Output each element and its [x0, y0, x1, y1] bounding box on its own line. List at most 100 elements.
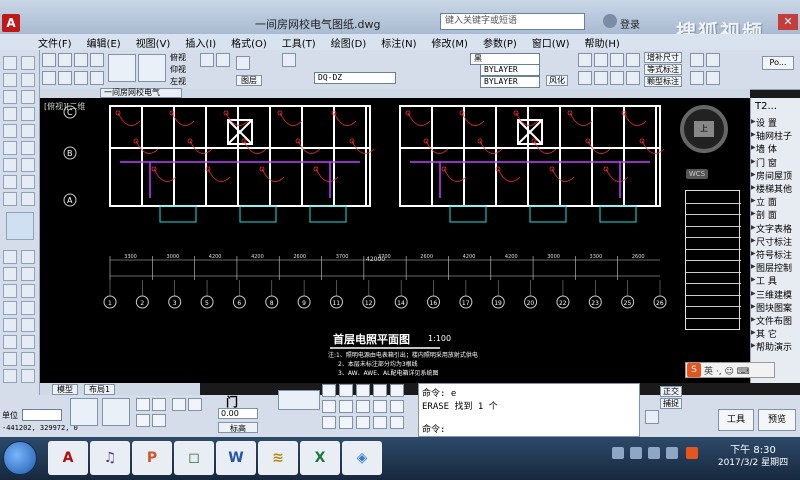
save-icon[interactable] — [74, 53, 88, 67]
insert-option-button[interactable] — [390, 384, 404, 397]
spline-icon[interactable] — [3, 158, 17, 172]
table-draw-icon[interactable] — [3, 335, 17, 349]
rectangle-icon[interactable] — [3, 107, 17, 121]
workspace-icon[interactable] — [645, 410, 659, 424]
taskbar-app-icon[interactable]: A — [48, 441, 88, 475]
menu-format[interactable]: 格式(O) — [231, 35, 267, 50]
tab-layout1[interactable]: 布局1 — [84, 384, 116, 395]
layer-state-icon[interactable] — [6, 212, 34, 240]
taskbar-app-icon[interactable]: ◈ — [342, 441, 382, 475]
insert-option-button[interactable] — [373, 416, 387, 429]
view-left-option[interactable]: 左视 — [170, 76, 186, 87]
taskbar-app-icon[interactable]: P — [132, 441, 172, 475]
mtext-draw-icon[interactable] — [3, 352, 17, 366]
dim-radius-icon[interactable] — [626, 53, 640, 67]
arc-icon[interactable] — [3, 124, 17, 138]
panel-item[interactable]: 墙 体 — [756, 142, 800, 155]
layer-button[interactable]: 图层 — [236, 75, 262, 86]
insert-option-button[interactable] — [373, 400, 387, 413]
layer-props-icon[interactable] — [236, 56, 250, 70]
panel-item[interactable]: 文件布图 — [756, 314, 800, 327]
panel-item[interactable]: 轴网柱子 — [756, 129, 800, 142]
text-draw-icon[interactable] — [3, 369, 17, 383]
tag-type-dimension[interactable]: 颗型标注 — [644, 76, 682, 87]
insert-option-button[interactable] — [390, 400, 404, 413]
menu-view[interactable]: 视图(V) — [136, 35, 171, 50]
menu-parametric[interactable]: 参数(P) — [483, 35, 517, 50]
menu-edit[interactable]: 编辑(E) — [87, 35, 121, 50]
display-icon[interactable] — [102, 398, 130, 426]
dim-continue-icon[interactable] — [594, 71, 608, 85]
menu-window[interactable]: 窗口(W) — [532, 35, 570, 50]
panel-item[interactable]: 图层控制 — [756, 261, 800, 274]
gradient-icon[interactable] — [21, 318, 35, 332]
ime-mode-text[interactable]: 英 ·, ☺ ⌨ — [704, 364, 750, 377]
insert-option-button[interactable] — [322, 400, 336, 413]
insert-option-button[interactable] — [339, 400, 353, 413]
door-preview-icon[interactable] — [278, 390, 320, 410]
taskbar-app-icon[interactable]: ≋ — [258, 441, 298, 475]
dim-baseline-icon[interactable] — [578, 71, 592, 85]
panel-item[interactable]: 其 它 — [756, 327, 800, 340]
grid-btn-5[interactable] — [172, 398, 186, 411]
wcs-button[interactable]: WCS — [686, 169, 708, 179]
redo-icon[interactable] — [58, 71, 72, 85]
preview-button[interactable]: 预览 — [758, 409, 796, 431]
grid-btn-6[interactable] — [188, 398, 202, 411]
grid-btn-2[interactable] — [152, 398, 166, 411]
open-file-icon[interactable] — [58, 53, 72, 67]
rotate-icon[interactable] — [21, 158, 35, 172]
scale-icon[interactable] — [21, 175, 35, 189]
viewport-icon[interactable] — [108, 54, 136, 82]
explode-icon[interactable] — [21, 301, 35, 315]
grid-btn-1[interactable] — [136, 398, 150, 411]
lineweight-combo[interactable]: BYLAYER — [480, 76, 540, 88]
region-icon[interactable] — [3, 318, 17, 332]
offset-icon[interactable] — [21, 107, 35, 121]
dim-linear-icon[interactable] — [578, 53, 592, 67]
menu-file[interactable]: 文件(F) — [38, 35, 72, 50]
circle-icon[interactable] — [3, 141, 17, 155]
text-icon[interactable] — [690, 53, 704, 67]
dim-style-icon[interactable] — [626, 71, 640, 85]
new-file-icon[interactable] — [42, 53, 56, 67]
insert-option-button[interactable] — [356, 384, 370, 397]
mtext-icon[interactable] — [706, 53, 720, 67]
panel-item[interactable]: 门 窗 — [756, 156, 800, 169]
snap-toggle[interactable]: 捕捉 — [660, 398, 682, 409]
elevation-input[interactable]: 0.00 — [218, 408, 258, 419]
menu-insert[interactable]: 插入(I) — [185, 35, 216, 50]
view-top-option[interactable]: 俯视 — [170, 52, 186, 63]
block-icon[interactable] — [3, 192, 17, 206]
cut-icon[interactable] — [74, 71, 88, 85]
insert-option-button[interactable] — [322, 416, 336, 429]
start-button[interactable] — [3, 441, 37, 475]
tray-icon-1[interactable] — [612, 447, 624, 459]
view-bottom-option[interactable]: 仰视 — [170, 64, 186, 75]
insert-option-button[interactable] — [339, 384, 353, 397]
copy-object-icon[interactable] — [21, 73, 35, 87]
tray-speaker-icon[interactable] — [648, 447, 660, 459]
stretch-icon[interactable] — [21, 192, 35, 206]
tag-add-dimension[interactable]: 增补尺寸 — [644, 52, 682, 63]
panel-item[interactable]: 工 具 — [756, 274, 800, 287]
ortho-toggle[interactable]: 正交 — [660, 386, 682, 397]
view-cube-face[interactable]: 上 — [694, 121, 714, 137]
insert-block-icon[interactable] — [21, 352, 35, 366]
menu-modify[interactable]: 修改(M) — [432, 35, 468, 50]
search-input[interactable]: 键入关键字或短语 — [440, 13, 585, 30]
ellipse-icon[interactable] — [3, 175, 17, 189]
insert-option-button[interactable] — [373, 384, 387, 397]
tools-button[interactable]: 工具 — [718, 409, 754, 431]
polyline-icon[interactable] — [3, 73, 17, 87]
dim-angular-icon[interactable] — [610, 53, 624, 67]
print-icon[interactable] — [90, 53, 104, 67]
orbit-icon[interactable] — [216, 53, 230, 67]
fillet-icon[interactable] — [21, 284, 35, 298]
tag-equal-dimension[interactable]: 等式标注 — [644, 64, 682, 75]
menu-dimension[interactable]: 标注(N) — [381, 35, 416, 50]
login-link[interactable]: 登录 — [620, 16, 640, 31]
dim-aligned-icon[interactable] — [594, 53, 608, 67]
menu-draw[interactable]: 绘图(D) — [331, 35, 367, 50]
panel-item[interactable]: 文字表格 — [756, 222, 800, 235]
